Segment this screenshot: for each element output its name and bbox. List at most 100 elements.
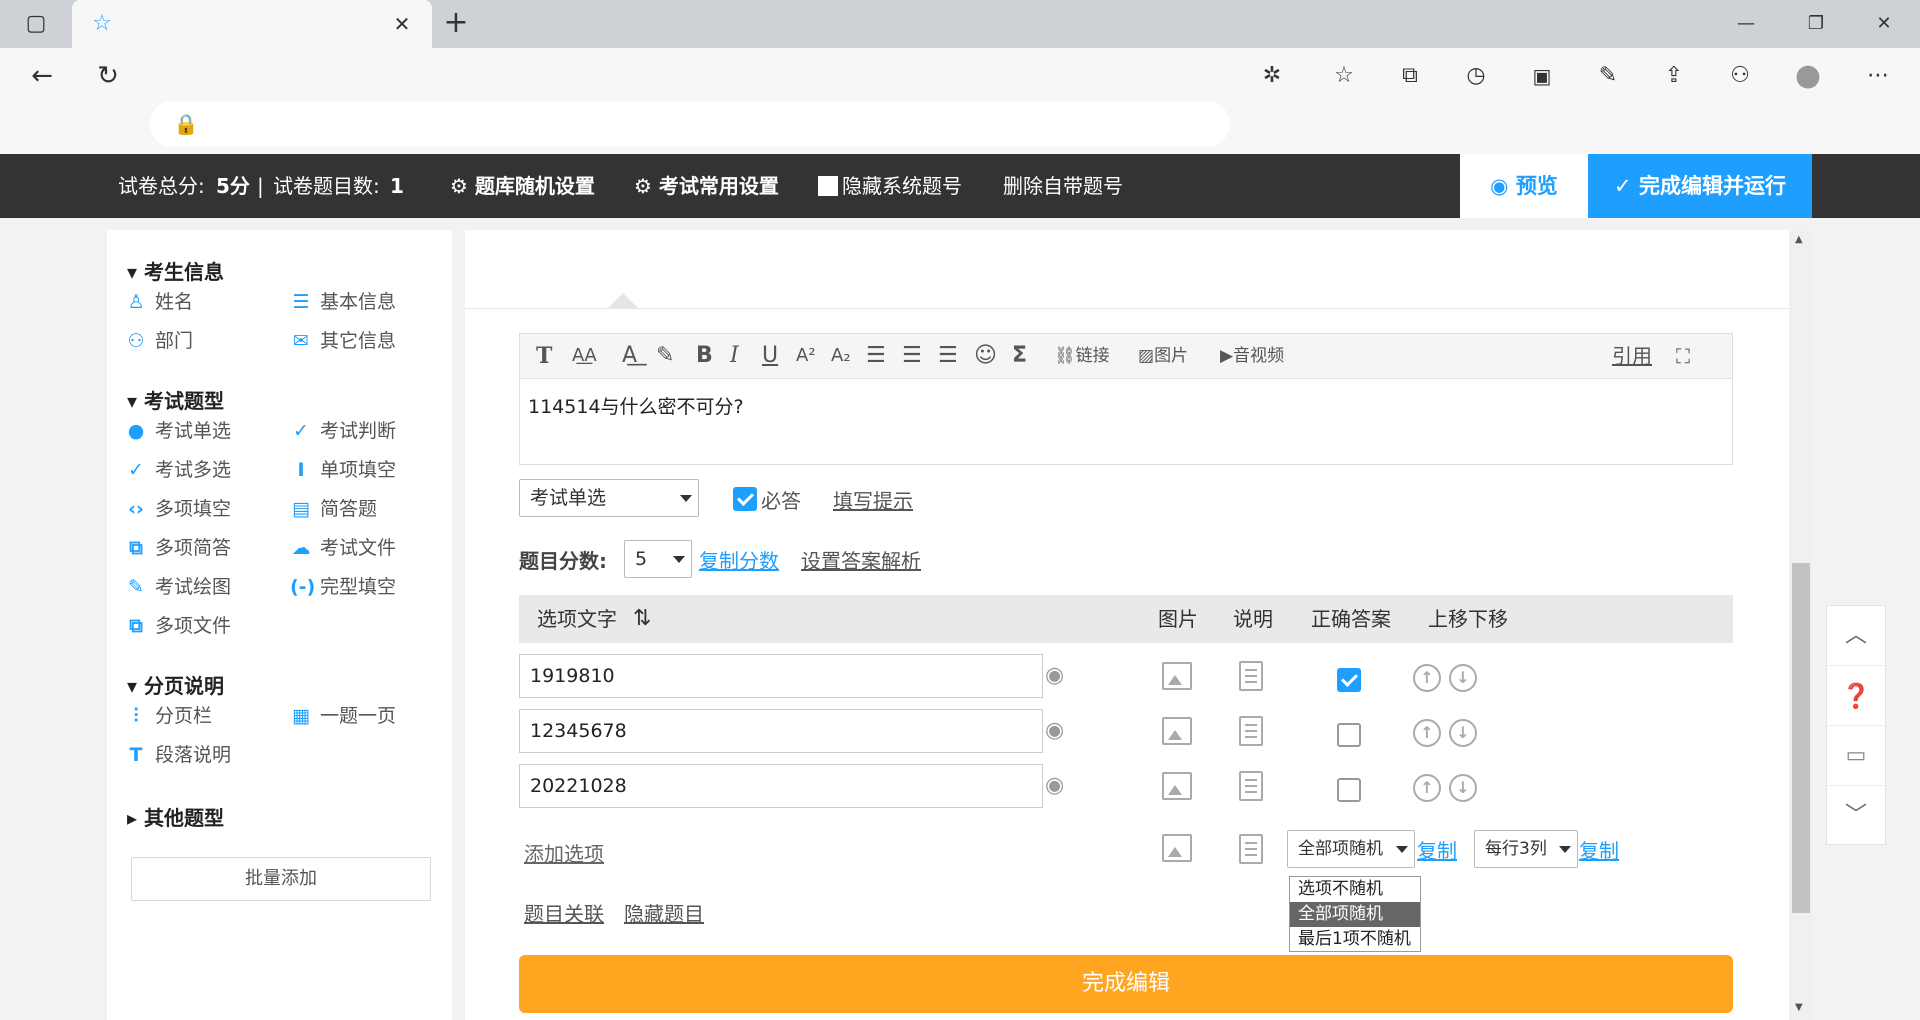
correct-checkbox[interactable] (1337, 778, 1361, 802)
image-icon[interactable] (1162, 717, 1192, 745)
close-window-icon[interactable]: ✕ (1864, 4, 1904, 44)
close-tab-icon[interactable]: ✕ (382, 4, 422, 44)
delete-numbers-button[interactable]: 删除自带题号 (1003, 154, 1123, 218)
hint-link[interactable]: 填写提示 (833, 485, 913, 514)
scroll-down-arrow-icon[interactable]: ▼ (1795, 1002, 1803, 1013)
sidebar-item-one-per-page[interactable]: ▦ 一题一页 (290, 701, 396, 731)
arrow-down-icon[interactable]: ↓ (1449, 664, 1477, 692)
random-settings-button[interactable]: ⚙ 题库随机设置 (450, 154, 595, 218)
address-bar[interactable]: 🔒 (150, 101, 1230, 147)
sort-arrows-icon[interactable]: ⇅ (633, 595, 651, 643)
arrow-down-icon[interactable]: ↓ (1449, 774, 1477, 802)
performance-icon[interactable]: ✎ (1588, 56, 1628, 96)
sidebar-item-drawing[interactable]: ✎ 考试绘图 (125, 572, 231, 602)
option-text-input[interactable]: 1919810 (519, 654, 1043, 698)
option-text-input[interactable]: 12345678 (519, 709, 1043, 753)
align-center-icon[interactable]: ☰ (902, 342, 922, 370)
bulk-image-icon[interactable] (1162, 834, 1192, 862)
highlight-icon[interactable]: ✎ (656, 342, 674, 370)
sidebar-item-multi-blank[interactable]: ‹› 多项填空 (125, 494, 231, 524)
add-option-link[interactable]: 添加选项 (524, 838, 604, 867)
copy-random-link[interactable]: 复制 (1417, 835, 1457, 864)
hide-question-link[interactable]: 隐藏题目 (624, 898, 704, 927)
share-icon[interactable]: ⇪ (1654, 56, 1694, 96)
math-solver-icon[interactable]: ▣ (1522, 56, 1562, 96)
section-examinee-info[interactable]: ▾ 考生信息 (127, 256, 224, 285)
option-text-input[interactable]: 20221028 (519, 764, 1043, 808)
scrollbar-thumb[interactable] (1792, 563, 1810, 913)
question-rich-text-editor[interactable]: T A͟A A͟ ✎ B I U A² A₂ ☰ ☰ ☰ ☺ Σ ⛓链接 ▨图片… (519, 333, 1733, 465)
feedback-icon[interactable]: ⚇ (1720, 56, 1760, 96)
tab-actions-icon[interactable]: ▢ (16, 4, 56, 44)
refresh-icon[interactable]: ↻ (88, 56, 128, 96)
sidebar-item-single-choice[interactable]: ● 考试单选 (125, 416, 231, 446)
note-icon[interactable] (1239, 661, 1263, 691)
sidebar-item-multi-file[interactable]: ⧉ 多项文件 (125, 611, 231, 641)
dropdown-option-selected[interactable]: 全部项随机 (1290, 902, 1420, 927)
image-icon[interactable] (1162, 662, 1192, 690)
profile-avatar-icon[interactable]: ● (1788, 56, 1828, 96)
collections-icon[interactable]: ⧉ (1390, 56, 1430, 96)
subscript-icon[interactable]: A₂ (831, 342, 851, 370)
more-menu-icon[interactable]: ⋯ (1858, 56, 1898, 96)
fullscreen-icon[interactable]: ⛶ (1676, 342, 1690, 370)
section-other-types[interactable]: ▸ 其他题型 (127, 802, 224, 831)
font-size-icon[interactable]: A͟A (572, 342, 597, 370)
maximize-icon[interactable]: ❐ (1796, 4, 1836, 44)
batch-add-button[interactable]: 批量添加 (131, 857, 431, 901)
random-order-select[interactable]: 全部项随机 (1287, 830, 1415, 868)
columns-select[interactable]: 每行3列 (1474, 830, 1578, 868)
scroll-top-icon[interactable]: ︿ (1827, 606, 1885, 666)
insert-image-button[interactable]: ▨图片 (1138, 342, 1188, 370)
set-analysis-link[interactable]: 设置答案解析 (801, 545, 921, 574)
score-select[interactable]: 5 (624, 540, 692, 578)
correct-checkbox[interactable] (1337, 668, 1361, 692)
formula-sigma-icon[interactable]: Σ (1012, 342, 1027, 370)
new-tab-icon[interactable]: + (436, 3, 476, 43)
help-icon[interactable]: ❓ (1827, 666, 1885, 726)
browser-tab[interactable]: ☆ ✕ (72, 0, 432, 48)
editor-content[interactable]: 114514与什么密不可分? (528, 392, 744, 419)
quote-link[interactable]: 引用 (1612, 342, 1652, 370)
font-icon[interactable]: T (536, 342, 552, 370)
common-settings-button[interactable]: ⚙ 考试常用设置 (634, 154, 779, 218)
insert-media-button[interactable]: ▶音视频 (1220, 342, 1284, 370)
superscript-icon[interactable]: A² (796, 342, 816, 370)
align-left-icon[interactable]: ☰ (866, 342, 886, 370)
finish-edit-button[interactable]: 完成编辑 (519, 955, 1733, 1013)
image-icon[interactable] (1162, 772, 1192, 800)
back-icon[interactable]: ← (22, 56, 62, 96)
note-icon[interactable] (1239, 771, 1263, 801)
minimize-icon[interactable]: — (1726, 4, 1766, 44)
emoji-icon[interactable]: ☺ (974, 342, 997, 370)
eye-hidden-icon[interactable]: ◉ (1045, 663, 1064, 688)
dropdown-option[interactable]: 选项不随机 (1290, 877, 1420, 902)
sidebar-item-name[interactable]: ♙ 姓名 (125, 287, 193, 317)
scroll-up-arrow-icon[interactable]: ▲ (1795, 234, 1803, 245)
sidebar-item-short-answer[interactable]: ▤ 简答题 (290, 494, 377, 524)
extensions-icon[interactable]: ✲ (1252, 56, 1292, 96)
sidebar-item-cloze[interactable]: (-) 完型填空 (290, 572, 396, 602)
sidebar-item-page-bar[interactable]: ⫶ 分页栏 (125, 701, 212, 731)
font-color-icon[interactable]: A͟ (622, 342, 637, 370)
sidebar-item-paragraph[interactable]: T 段落说明 (125, 740, 232, 770)
arrow-down-icon[interactable]: ↓ (1449, 719, 1477, 747)
arrow-up-icon[interactable]: ↑ (1413, 664, 1441, 692)
bold-icon[interactable]: B (696, 342, 713, 370)
section-page-breaks[interactable]: ▾ 分页说明 (127, 670, 224, 699)
insert-link-button[interactable]: ⛓链接 (1054, 342, 1110, 370)
sidebar-item-basic-info[interactable]: ☰ 基本信息 (290, 287, 396, 317)
sidebar-item-multi-short-answer[interactable]: ⧉ 多项简答 (125, 533, 231, 563)
note-icon[interactable] (1239, 716, 1263, 746)
eye-hidden-icon[interactable]: ◉ (1045, 718, 1064, 743)
finish-and-run-button[interactable]: ✓ 完成编辑并运行 (1588, 154, 1812, 218)
copy-score-link[interactable]: 复制分数 (699, 545, 779, 574)
comment-icon[interactable]: ▭ (1827, 726, 1885, 786)
history-icon[interactable]: ◷ (1456, 56, 1496, 96)
preview-button[interactable]: ◉ 预览 (1460, 154, 1588, 218)
sidebar-item-single-blank[interactable]: I 单项填空 (290, 455, 396, 485)
sidebar-item-other-info[interactable]: ✉ 其它信息 (290, 326, 396, 356)
scroll-bottom-icon[interactable]: ﹀ (1827, 786, 1885, 846)
underline-icon[interactable]: U (762, 342, 778, 370)
required-checkbox[interactable] (733, 487, 757, 511)
